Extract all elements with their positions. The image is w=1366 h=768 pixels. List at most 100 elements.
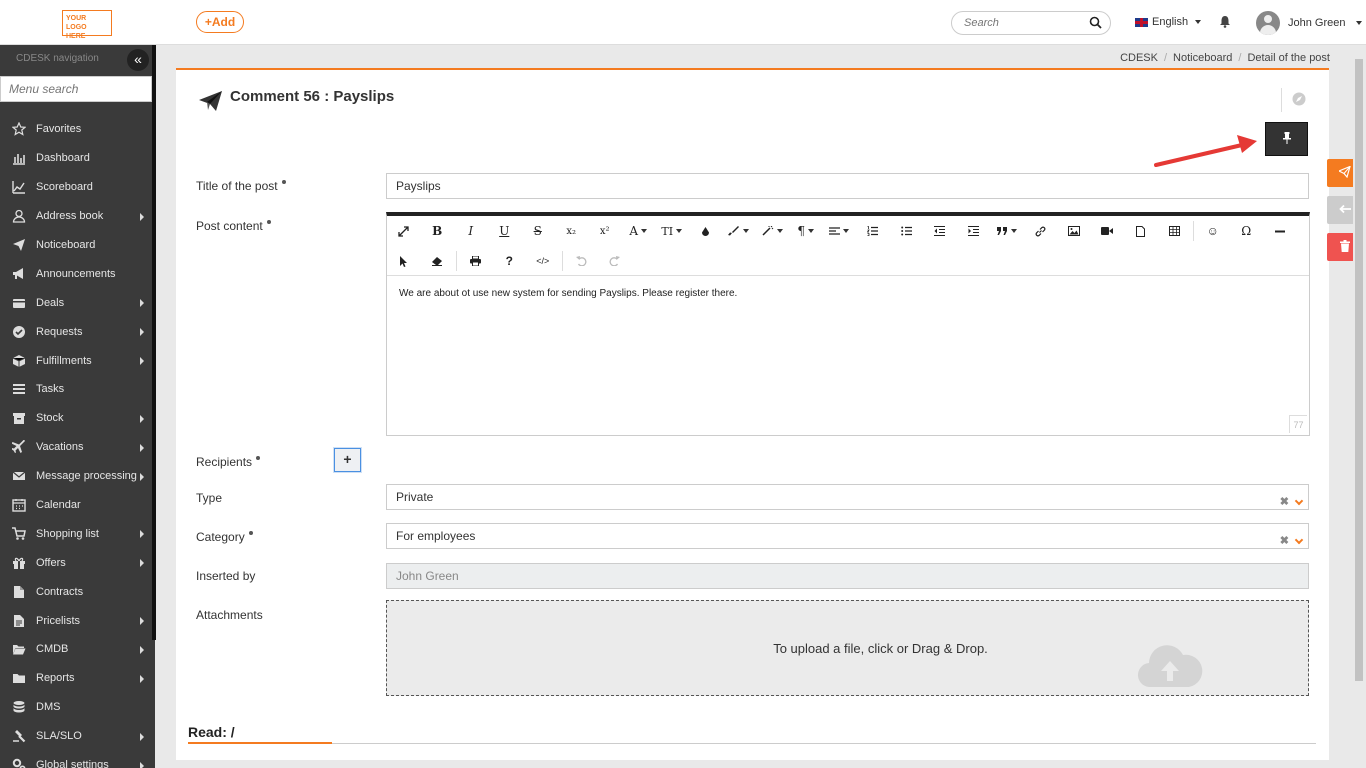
logo[interactable]: YOUR LOGO HERE	[62, 10, 112, 40]
sidebar-item-label: Announcements	[36, 267, 116, 280]
sidebar-item-shopping-list[interactable]: Shopping list	[0, 519, 155, 548]
cursor-icon[interactable]	[387, 248, 421, 274]
sidebar-item-requests[interactable]: Requests	[0, 317, 155, 346]
uk-flag-icon	[1135, 17, 1148, 27]
bold-button[interactable]: B	[421, 218, 455, 244]
undo-icon[interactable]	[565, 248, 599, 274]
align-left-icon[interactable]	[823, 218, 857, 244]
sidebar-item-dms[interactable]: DMS	[0, 693, 155, 722]
sidebar-item-pricelists[interactable]: Pricelists	[0, 606, 155, 635]
redo-icon[interactable]	[598, 248, 632, 274]
arrow-left-icon	[1339, 203, 1351, 217]
archive-icon	[12, 411, 26, 425]
ordered-list-icon[interactable]	[856, 218, 890, 244]
sidebar-item-tasks[interactable]: Tasks	[0, 375, 155, 404]
chevron-right-icon	[140, 414, 144, 423]
clear-icon[interactable]: ✖	[1280, 490, 1289, 514]
sidebar-item-offers[interactable]: Offers	[0, 548, 155, 577]
color-drop-icon[interactable]	[689, 218, 723, 244]
magic-wand-icon[interactable]	[756, 218, 790, 244]
sidebar-item-stock[interactable]: Stock	[0, 404, 155, 433]
image-icon[interactable]	[1057, 218, 1091, 244]
sidebar-item-contracts[interactable]: Contracts	[0, 577, 155, 606]
rich-text-editor[interactable]: B I U S x₂ x² A TI ¶ ☺ Ω ? </> We are ab…	[386, 212, 1310, 436]
sidebar-item-noticeboard[interactable]: Noticeboard	[0, 231, 155, 260]
special-char-button[interactable]: Ω	[1230, 218, 1264, 244]
font-size-button[interactable]: TI	[655, 218, 689, 244]
font-family-button[interactable]: A	[622, 218, 656, 244]
sidebar-item-reports[interactable]: Reports	[0, 664, 155, 693]
sidebar-item-dashboard[interactable]: Dashboard	[0, 144, 155, 173]
sidebar-item-announcements[interactable]: Announcements	[0, 259, 155, 288]
chevron-down-icon[interactable]	[1294, 535, 1304, 544]
superscript-button[interactable]: x²	[588, 218, 622, 244]
sidebar-item-deals[interactable]: Deals	[0, 288, 155, 317]
user-menu[interactable]: John Green	[1256, 11, 1363, 35]
breadcrumb: CDESK / Noticeboard / Detail of the post	[1120, 52, 1330, 64]
pin-button[interactable]	[1265, 122, 1308, 156]
print-icon[interactable]	[459, 248, 493, 274]
sidebar-item-fulfillments[interactable]: Fulfillments	[0, 346, 155, 375]
unordered-list-icon[interactable]	[890, 218, 924, 244]
file-icon	[12, 585, 26, 599]
underline-button[interactable]: U	[488, 218, 522, 244]
italic-button[interactable]: I	[454, 218, 488, 244]
breadcrumb-item-noticeboard[interactable]: Noticeboard	[1173, 52, 1232, 64]
file-icon[interactable]	[1124, 218, 1158, 244]
category-select[interactable]: For employees ✖	[386, 523, 1309, 549]
search-input[interactable]	[964, 17, 1084, 29]
subscript-button[interactable]: x₂	[555, 218, 589, 244]
breadcrumb-item-cdesk[interactable]: CDESK	[1120, 52, 1158, 64]
fullscreen-icon[interactable]	[387, 218, 421, 244]
add-recipient-button[interactable]: +	[334, 448, 361, 472]
sidebar-item-global-settings[interactable]: Global settings	[0, 751, 155, 768]
table-icon[interactable]	[1158, 218, 1192, 244]
outdent-icon[interactable]	[923, 218, 957, 244]
page-scrollbar[interactable]	[1353, 45, 1363, 768]
collapse-sidebar-button[interactable]: «	[127, 49, 149, 71]
sidebar-scrollbar[interactable]	[152, 45, 156, 640]
video-icon[interactable]	[1091, 218, 1125, 244]
indent-icon[interactable]	[957, 218, 991, 244]
search-icon[interactable]	[1089, 16, 1102, 32]
quote-icon[interactable]	[990, 218, 1024, 244]
resize-handle[interactable]: 77	[1289, 415, 1307, 433]
sidebar-item-label: Global settings	[36, 759, 109, 768]
menu-search[interactable]	[0, 76, 152, 102]
sidebar-item-favorites[interactable]: Favorites	[0, 115, 155, 144]
help-button[interactable]: ?	[493, 248, 527, 274]
sidebar-item-address-book[interactable]: Address book	[0, 202, 155, 231]
sidebar-item-calendar[interactable]: Calendar	[0, 491, 155, 520]
add-button[interactable]: +Add	[196, 11, 244, 33]
scrollbar-thumb[interactable]	[1355, 59, 1363, 681]
toolbar-separator	[1193, 221, 1194, 241]
strikethrough-button[interactable]: S	[521, 218, 555, 244]
chevron-down-icon	[776, 229, 783, 233]
paint-brush-icon[interactable]	[722, 218, 756, 244]
file-dropzone[interactable]: To upload a file, click or Drag & Drop.	[386, 600, 1309, 696]
sidebar-item-cmdb[interactable]: CMDB	[0, 635, 155, 664]
bell-icon[interactable]	[1219, 15, 1231, 31]
sidebar-item-label: Message processing	[36, 470, 137, 483]
sidebar-item-scoreboard[interactable]: Scoreboard	[0, 173, 155, 202]
paragraph-button[interactable]: ¶	[789, 218, 823, 244]
horizontal-rule-icon[interactable]	[1263, 218, 1297, 244]
compass-icon[interactable]	[1292, 92, 1306, 109]
eraser-icon[interactable]	[421, 248, 455, 274]
sidebar-item-sla-slo[interactable]: SLA/SLO	[0, 722, 155, 751]
chevron-down-icon[interactable]	[1294, 496, 1304, 505]
link-icon[interactable]	[1024, 218, 1058, 244]
menu-search-input[interactable]	[1, 77, 151, 101]
chevron-right-icon	[140, 617, 144, 626]
title-input[interactable]: Payslips	[386, 173, 1309, 199]
editor-content[interactable]: We are about ot use new system for sendi…	[387, 276, 1309, 311]
sidebar-item-label: Stock	[36, 412, 64, 425]
clear-icon[interactable]: ✖	[1280, 529, 1289, 553]
language-selector[interactable]: English	[1135, 16, 1202, 28]
global-search[interactable]	[951, 11, 1111, 35]
code-view-button[interactable]: </>	[526, 248, 560, 274]
type-select[interactable]: Private ✖	[386, 484, 1309, 510]
sidebar-item-vacations[interactable]: Vacations	[0, 433, 155, 462]
emoji-button[interactable]: ☺	[1196, 218, 1230, 244]
sidebar-item-message-processing[interactable]: Message processing	[0, 462, 155, 491]
